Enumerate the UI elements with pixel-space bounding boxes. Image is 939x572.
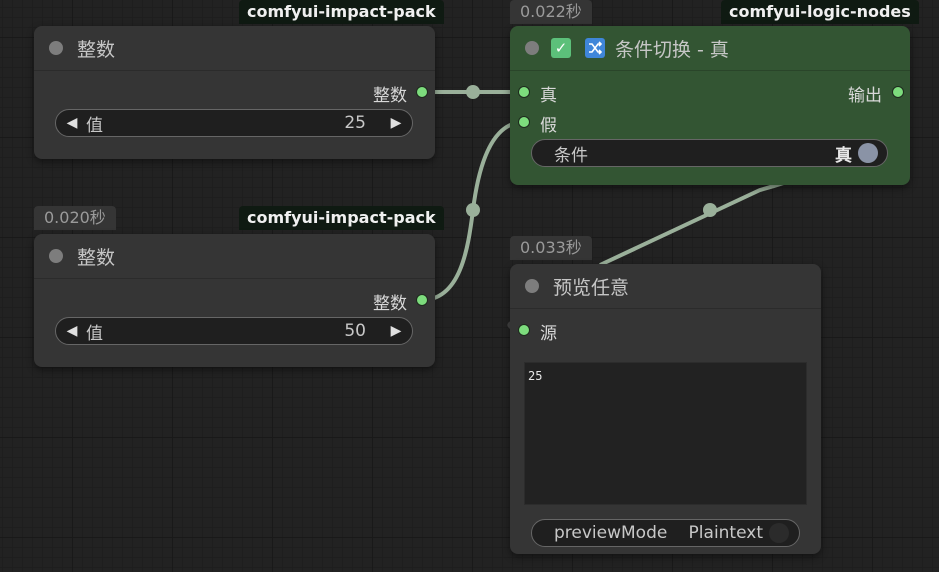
widget-value: 真 <box>835 145 852 166</box>
arrow-left-icon[interactable]: ◀ <box>62 323 82 339</box>
input-label-false: 假 <box>540 116 557 136</box>
node-switch-title-bar[interactable]: ✓ 条件切换 - 真 <box>510 26 910 71</box>
output-label: 输出 <box>848 86 882 106</box>
shuffle-icon <box>585 38 605 58</box>
node-title: 预览任意 <box>553 276 630 299</box>
output-slot[interactable] <box>417 295 427 305</box>
widget-label: 值 <box>86 323 103 344</box>
node-switch[interactable]: ✓ 条件切换 - 真 真 假 输出 条件 真 <box>510 26 910 185</box>
node-int-b-title-bar[interactable]: 整数 <box>34 234 435 279</box>
node-int-b[interactable]: 整数 整数 ◀ 值 50 ▶ <box>34 234 435 367</box>
input-label-source: 源 <box>540 324 557 344</box>
input-slot-false[interactable] <box>519 117 529 127</box>
node-preview[interactable]: 预览任意 源 25 previewMode Plaintext <box>510 264 821 554</box>
node-switch-pack-badge: comfyui-logic-nodes <box>721 0 919 24</box>
node-switch-time-badge: 0.022秒 <box>510 0 592 24</box>
arrow-right-icon[interactable]: ▶ <box>386 115 406 131</box>
arrow-right-icon[interactable]: ▶ <box>386 323 406 339</box>
output-label: 整数 <box>373 86 407 106</box>
output-label: 整数 <box>373 294 407 314</box>
input-slot-true[interactable] <box>519 87 529 97</box>
int-value-widget[interactable]: ◀ 值 50 ▶ <box>55 317 413 345</box>
wire-reroute-dot <box>466 85 480 99</box>
wire-reroute-dot <box>466 203 480 217</box>
collapse-dot-icon[interactable] <box>49 249 63 263</box>
condition-toggle-widget[interactable]: 条件 真 <box>531 139 888 167</box>
widget-label: 值 <box>86 115 103 136</box>
toggle-knob-icon[interactable] <box>769 523 789 543</box>
widget-label: 条件 <box>554 145 588 166</box>
checkbox-check-icon[interactable]: ✓ <box>551 38 571 58</box>
widget-value: 50 <box>344 321 366 341</box>
node-int-b-pack-badge: comfyui-impact-pack <box>239 206 444 230</box>
node-preview-time-badge: 0.033秒 <box>510 236 592 260</box>
arrow-left-icon[interactable]: ◀ <box>62 115 82 131</box>
node-title: 整数 <box>77 38 116 61</box>
int-value-widget[interactable]: ◀ 值 25 ▶ <box>55 109 413 137</box>
widget-label: previewMode <box>554 523 668 543</box>
collapse-dot-icon[interactable] <box>525 41 539 55</box>
preview-mode-widget[interactable]: previewMode Plaintext <box>531 519 800 547</box>
node-int-a-pack-badge: comfyui-impact-pack <box>239 0 444 24</box>
collapse-dot-icon[interactable] <box>525 279 539 293</box>
output-slot[interactable] <box>417 87 427 97</box>
input-label-true: 真 <box>540 86 557 106</box>
preview-text-area[interactable]: 25 <box>524 362 807 505</box>
widget-value: 25 <box>344 113 366 133</box>
node-title: 整数 <box>77 246 116 269</box>
node-int-b-time-badge: 0.020秒 <box>34 206 116 230</box>
preview-text: 25 <box>528 369 543 383</box>
input-slot-source[interactable] <box>519 325 529 335</box>
toggle-knob-icon[interactable] <box>858 143 878 163</box>
node-preview-title-bar[interactable]: 预览任意 <box>510 264 821 309</box>
node-title: 条件切换 - 真 <box>615 38 729 61</box>
wire-reroute-dot <box>703 203 717 217</box>
node-int-a-title-bar[interactable]: 整数 <box>34 26 435 71</box>
collapse-dot-icon[interactable] <box>49 41 63 55</box>
node-int-a[interactable]: 整数 整数 ◀ 值 25 ▶ <box>34 26 435 159</box>
output-slot[interactable] <box>893 87 903 97</box>
widget-value: Plaintext <box>688 523 763 543</box>
